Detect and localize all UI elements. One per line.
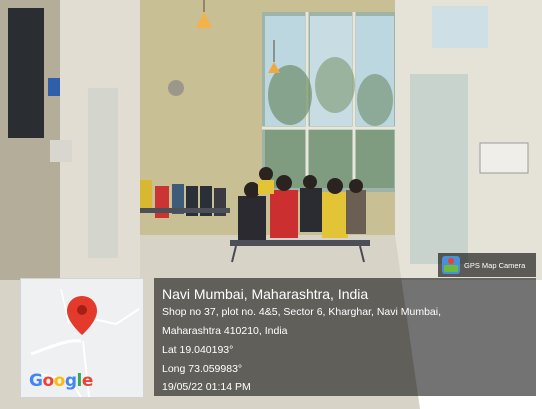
address-line-1: Shop no 37, plot no. 4&5, Sector 6, Khar… <box>162 306 441 318</box>
notice-board <box>479 142 529 174</box>
door-left <box>88 88 118 258</box>
latitude-text: Lat 19.040193° <box>162 344 234 356</box>
address-line-2: Maharashtra 410210, India <box>162 325 288 337</box>
wall-plaque <box>50 140 72 162</box>
city-text: Navi Mumbai, Maharashtra, India <box>162 286 369 302</box>
glass-door-right <box>410 74 468 264</box>
gps-map-camera-badge: GPS Map Camera <box>438 253 536 277</box>
datetime-text: 19/05/22 01:14 PM <box>162 381 251 393</box>
upper-window-right <box>432 6 488 48</box>
photo-frame: GPS Map Camera Google Navi Mumbai, Mahar… <box>0 0 542 409</box>
app-badge-label: GPS Map Camera <box>464 260 526 270</box>
wall-fan <box>168 80 184 96</box>
gps-map-camera-app-icon <box>442 256 460 274</box>
location-pin-icon <box>67 296 97 335</box>
google-logo: Google <box>29 371 93 391</box>
location-caption: Navi Mumbai, Maharashtra, India Shop no … <box>154 278 536 396</box>
map-thumbnail: Google <box>20 278 144 398</box>
poster <box>8 8 44 138</box>
longitude-text: Long 73.059983° <box>162 363 243 375</box>
